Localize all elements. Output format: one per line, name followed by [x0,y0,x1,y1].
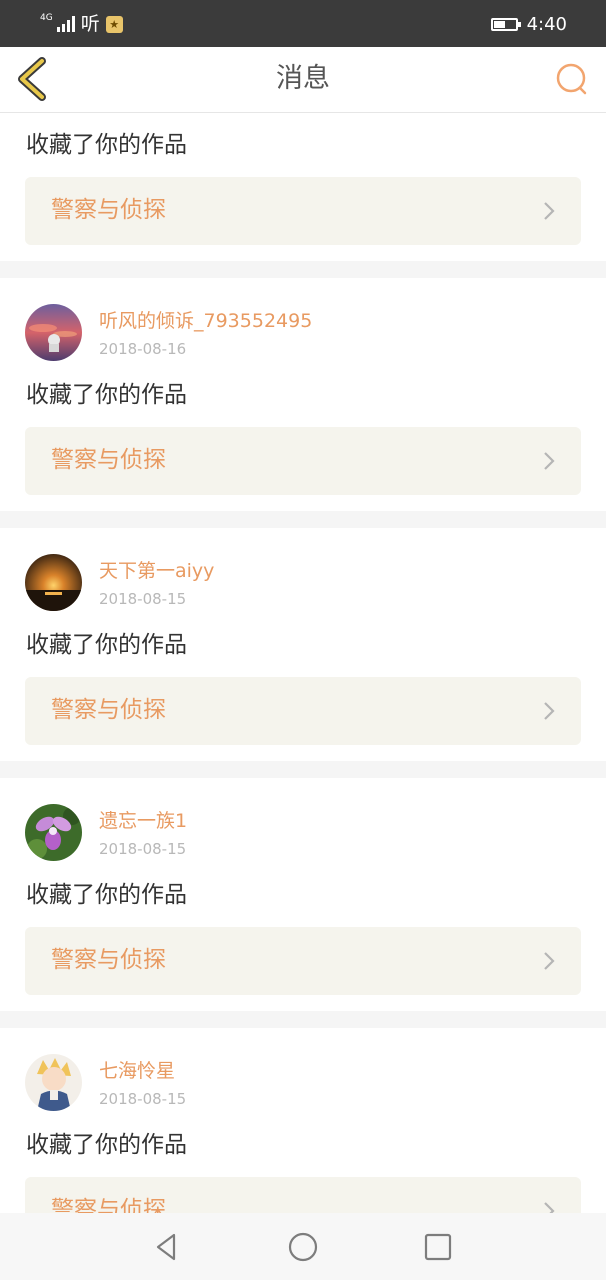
work-title: 警察与侦探 [51,697,166,723]
message-date: 2018-08-15 [99,840,187,858]
work-card[interactable]: 警察与侦探 [25,927,581,995]
username[interactable]: 天下第一aiyy [99,559,214,583]
username[interactable]: 听风的倾诉_793552495 [99,309,312,333]
message-date: 2018-08-16 [99,340,187,358]
message-date: 2018-08-15 [99,590,187,608]
system-nav-bar [0,1213,606,1280]
chevron-right-icon [544,1202,555,1213]
message-action-text: 收藏了你的作品 [26,132,187,158]
triangle-back-icon [156,1233,176,1261]
circle-home-icon [288,1232,318,1262]
status-left: 4G 听 ★ [40,12,123,36]
avatar-image [25,304,82,361]
avatar[interactable] [25,1054,82,1111]
section-divider [0,761,606,778]
battery-icon [490,17,521,31]
square-recents-icon [424,1233,452,1261]
work-card[interactable]: 警察与侦探 [25,1177,581,1213]
work-title: 警察与侦探 [51,197,166,223]
message-action-text: 收藏了你的作品 [26,632,187,658]
message-action-text: 收藏了你的作品 [26,1132,187,1158]
section-divider [0,511,606,528]
search-icon [556,63,587,95]
search-button[interactable] [552,59,592,99]
message-action-text: 收藏了你的作品 [26,882,187,908]
work-card[interactable]: 警察与侦探 [25,677,581,745]
chevron-right-icon [544,202,555,220]
status-time: 4:40 [526,13,567,35]
status-right: 4:40 [490,12,567,36]
message-date: 2018-08-15 [99,1090,187,1108]
nav-recents-button[interactable] [421,1230,455,1264]
network-type: 4G [40,12,53,23]
page-title: 消息 [276,63,330,94]
section-divider [0,1011,606,1028]
work-title: 警察与侦探 [51,1197,166,1213]
nav-home-button[interactable] [286,1230,320,1264]
status-bar: 4G 听 ★ 4:40 [0,0,606,47]
signal-icon [56,16,75,32]
chevron-right-icon [544,702,555,720]
avatar[interactable] [25,554,82,611]
chevron-right-icon [544,952,555,970]
username[interactable]: 遗忘一族1 [99,809,187,833]
work-title: 警察与侦探 [51,447,166,473]
avatar[interactable] [25,804,82,861]
work-card[interactable]: 警察与侦探 [25,427,581,495]
message-action-text: 收藏了你的作品 [26,382,187,408]
username[interactable]: 七海怜星 [99,1059,175,1083]
nav-back-button[interactable] [150,1230,184,1264]
section-divider [0,261,606,278]
work-card[interactable]: 警察与侦探 [25,177,581,245]
app-notification-label: 听 [80,13,100,35]
avatar-image [25,1054,82,1111]
message-list[interactable]: 收藏了你的作品 警察与侦探 听风的倾诉_793552495 2018-08-16… [0,113,606,1213]
app-header: 消息 [0,47,606,113]
battery-level [493,20,505,28]
avatar[interactable] [25,304,82,361]
avatar-image [25,804,82,861]
avatar-image [25,554,82,611]
chevron-right-icon [544,452,555,470]
app-badge-icon: ★ [105,15,123,33]
work-title: 警察与侦探 [51,947,166,973]
